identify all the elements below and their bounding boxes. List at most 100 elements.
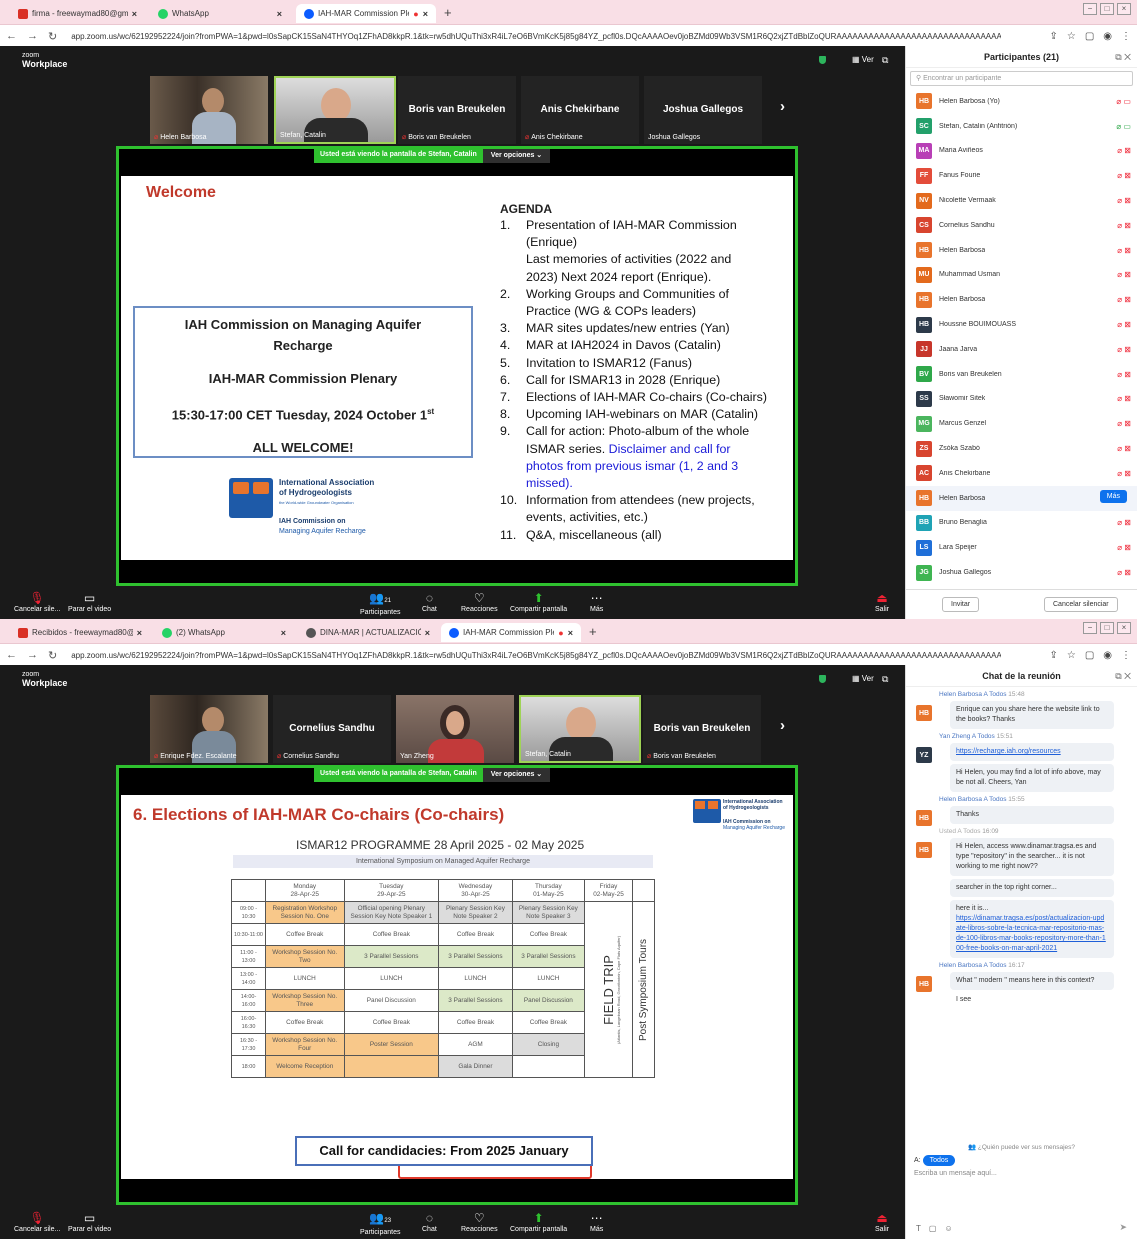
participant-row[interactable]: MG Marcus Genzel ⌀ ⊠ bbox=[906, 411, 1137, 436]
unmute-button[interactable]: 🎙 Cancelar sile... bbox=[14, 1211, 60, 1233]
next-page-arrow-icon[interactable]: › bbox=[780, 717, 785, 734]
back-icon[interactable]: ← bbox=[6, 30, 17, 43]
participant-row[interactable]: BB Bruno Benaglia ⌀ ⊠ bbox=[906, 511, 1137, 536]
security-shield-icon[interactable] bbox=[819, 56, 826, 64]
close-icon[interactable]: × bbox=[132, 9, 137, 19]
leave-button[interactable]: ⏏ Salir bbox=[875, 591, 889, 613]
profile-icon[interactable]: ◉ bbox=[1103, 31, 1112, 42]
leave-button[interactable]: ⏏ Salir bbox=[875, 1211, 889, 1233]
close-icon[interactable]: × bbox=[423, 9, 428, 19]
star-icon[interactable]: ☆ bbox=[1067, 650, 1076, 661]
participant-row[interactable]: HB Helen Barbosa ⌀ ⊠ bbox=[906, 238, 1137, 263]
fullscreen-icon[interactable]: ⧉ bbox=[882, 55, 888, 66]
participant-row[interactable]: HB Helen Barbosa (Yo) ⌀ ▭ bbox=[906, 89, 1137, 114]
participant-row[interactable]: MA Maria Aviñeos ⌀ ⊠ bbox=[906, 139, 1137, 164]
sidebar-icon[interactable]: ▢ bbox=[1085, 31, 1094, 42]
unmute-button[interactable]: 🎙 Cancelar sile... bbox=[14, 591, 60, 613]
participant-row[interactable]: NV Nicolette Vermaak ⌀ ⊠ bbox=[906, 188, 1137, 213]
close-window-icon[interactable]: × bbox=[1117, 3, 1131, 15]
emoji-icon[interactable]: ☺ bbox=[944, 1224, 952, 1233]
more-options-button[interactable]: Más bbox=[1099, 489, 1127, 503]
new-tab-button[interactable]: + bbox=[589, 624, 597, 639]
tab-gmail[interactable]: Recibidos - freewaymad80@gm × bbox=[10, 623, 150, 642]
share-screen-button[interactable]: ⬆ Compartir pantalla bbox=[510, 591, 567, 613]
participant-row[interactable]: LS Lara Speijer ⌀ ⊠ bbox=[906, 535, 1137, 560]
participant-search-input[interactable]: ⚲ Encontrar un participante bbox=[910, 71, 1133, 86]
video-tile[interactable]: Joshua Gallegos Joshua Gallegos bbox=[644, 76, 762, 144]
reactions-button[interactable]: ♡ Reacciones bbox=[461, 591, 498, 613]
close-icon[interactable]: × bbox=[277, 9, 282, 19]
tab-gmail[interactable]: firma - freewaymad80@gmail.co × bbox=[10, 4, 145, 23]
sidebar-icon[interactable]: ▢ bbox=[1085, 650, 1094, 661]
video-tile[interactable]: Boris van Breukelen ⌀ Boris van Breukelen bbox=[643, 695, 761, 763]
video-tile[interactable]: Yan Zheng bbox=[396, 695, 514, 763]
close-icon[interactable]: × bbox=[425, 628, 430, 638]
chat-link[interactable]: https://recharge.iah.org/resources bbox=[956, 748, 1061, 755]
who-can-see[interactable]: 👥 ¿Quién puede ver sus mensajes? bbox=[906, 1143, 1137, 1151]
video-tile[interactable]: Cornelius Sandhu ⌀ Cornelius Sandhu bbox=[273, 695, 391, 763]
share-icon[interactable]: ⇪ bbox=[1049, 31, 1057, 42]
send-icon[interactable]: ➤ bbox=[1119, 1222, 1127, 1233]
participant-row[interactable]: HB Helen Barbosa ⌀ ⊠ bbox=[906, 287, 1137, 312]
reload-icon[interactable]: ↻ bbox=[48, 30, 57, 43]
url-field[interactable]: app.zoom.us/wc/62192952224/join?fromPWA=… bbox=[71, 32, 1001, 41]
tab-whatsapp[interactable]: WhatsApp × bbox=[150, 4, 290, 23]
more-button[interactable]: ⋯ Más bbox=[590, 591, 603, 613]
share-screen-button[interactable]: ⬆ Compartir pantalla bbox=[510, 1211, 567, 1233]
chat-button[interactable]: ◌ Chat bbox=[422, 591, 437, 613]
more-button[interactable]: ⋯ Más bbox=[590, 1211, 603, 1233]
participant-row[interactable]: JG Joshua Gallegos ⌀ ⊠ bbox=[906, 560, 1137, 585]
message-input[interactable]: Escriba un mensaje aquí... bbox=[914, 1170, 1137, 1177]
chat-link[interactable]: https://dinamar.tragsa.es/post/actualiza… bbox=[956, 915, 1106, 952]
participant-row[interactable]: HB Houssne BOUIMOUASS ⌀ ⊠ bbox=[906, 312, 1137, 337]
view-options-button[interactable]: Ver opciones ⌄ bbox=[482, 149, 551, 163]
tab-zoom[interactable]: IAH-MAR Commission Plena ● × bbox=[296, 4, 436, 23]
participant-row[interactable]: FF Fanus Fourie ⌀ ⊠ bbox=[906, 163, 1137, 188]
new-tab-button[interactable]: + bbox=[444, 5, 452, 20]
back-icon[interactable]: ← bbox=[6, 649, 17, 662]
security-shield-icon[interactable] bbox=[819, 675, 826, 683]
participants-button[interactable]: 👥21 Participantes bbox=[360, 591, 400, 616]
view-options-button[interactable]: Ver opciones ⌄ bbox=[482, 768, 551, 782]
close-icon[interactable]: × bbox=[137, 628, 142, 638]
participant-row[interactable]: SS Sławomir Sitek ⌀ ⊠ bbox=[906, 387, 1137, 412]
maximize-icon[interactable]: □ bbox=[1100, 622, 1114, 634]
stop-video-button[interactable]: ▭ Parar el video bbox=[68, 1211, 111, 1233]
forward-icon[interactable]: → bbox=[27, 649, 38, 662]
popout-close-icons[interactable]: ⧉ ✕ bbox=[1115, 665, 1131, 687]
participant-row[interactable]: BV Boris van Breukelen ⌀ ⊠ bbox=[906, 362, 1137, 387]
maximize-icon[interactable]: □ bbox=[1100, 3, 1114, 15]
stop-video-button[interactable]: ▭ Parar el video bbox=[68, 591, 111, 613]
share-icon[interactable]: ⇪ bbox=[1049, 650, 1057, 661]
fullscreen-icon[interactable]: ⧉ bbox=[882, 674, 888, 685]
video-tile[interactable]: Anis Chekirbane ⌀ Anis Chekirbane bbox=[521, 76, 639, 144]
view-button[interactable]: ▦ Ver bbox=[852, 55, 874, 64]
participant-row[interactable]: CS Cornelius Sandhu ⌀ ⊠ bbox=[906, 213, 1137, 238]
close-icon[interactable]: × bbox=[568, 628, 573, 638]
chat-button[interactable]: ◌ Chat bbox=[422, 1211, 437, 1233]
profile-icon[interactable]: ◉ bbox=[1103, 650, 1112, 661]
url-field[interactable]: app.zoom.us/wc/62192952224/join?fromPWA=… bbox=[71, 651, 1001, 660]
close-window-icon[interactable]: × bbox=[1117, 622, 1131, 634]
video-tile[interactable]: ⌀ Enrique Fdez. Escalante bbox=[150, 695, 268, 763]
participants-button[interactable]: 👥23 Participantes bbox=[360, 1211, 400, 1236]
participant-row[interactable]: MU Muhammad Usman ⌀ ⊠ bbox=[906, 263, 1137, 288]
minimize-icon[interactable]: − bbox=[1083, 622, 1097, 634]
tab-zoom[interactable]: IAH-MAR Commission Plena ● × bbox=[441, 623, 581, 642]
participant-row[interactable]: ZS Zsóka Szabó ⌀ ⊠ bbox=[906, 436, 1137, 461]
tab-dinamar[interactable]: DINA-MAR | ACTUALIZACIÓN / × bbox=[298, 623, 438, 642]
participant-row[interactable]: AC Anis Chekirbane ⌀ ⊠ bbox=[906, 461, 1137, 486]
reactions-button[interactable]: ♡ Reacciones bbox=[461, 1211, 498, 1233]
participant-row[interactable]: HB Helen Barbosa Más bbox=[906, 485, 1137, 511]
forward-icon[interactable]: → bbox=[27, 30, 38, 43]
participant-row[interactable]: JJ Jaana Jarva ⌀ ⊠ bbox=[906, 337, 1137, 362]
video-tile-active-speaker[interactable]: Stefan, Catalin bbox=[274, 76, 396, 144]
view-button[interactable]: ▦ Ver bbox=[852, 674, 874, 683]
close-icon[interactable]: × bbox=[281, 628, 286, 638]
star-icon[interactable]: ☆ bbox=[1067, 31, 1076, 42]
file-icon[interactable]: ▢ bbox=[929, 1224, 937, 1233]
mute-all-button[interactable]: Cancelar silenciar bbox=[1044, 597, 1118, 612]
participant-row[interactable]: SC Stefan, Catalin (Anfitrión) ⌀ ▭ bbox=[906, 114, 1137, 139]
video-tile-active-speaker[interactable]: Stefan, Catalin bbox=[519, 695, 641, 763]
video-tile[interactable]: ⌀ Helen Barbosa bbox=[150, 76, 268, 144]
